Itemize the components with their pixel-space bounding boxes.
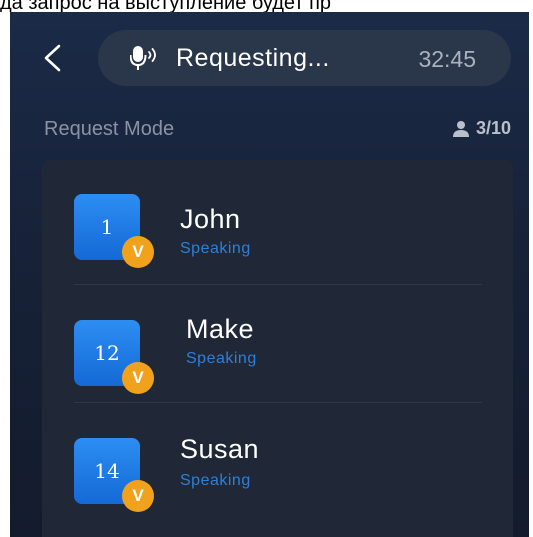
person-icon	[452, 120, 469, 137]
participant-count-value: 3/10	[475, 118, 511, 138]
participant-list: 1 V John Speaking 12 V Make Speaking 14 …	[42, 160, 513, 537]
microphone-sound-icon	[130, 46, 156, 70]
v-badge-icon: V	[122, 236, 154, 268]
top-caption: да запрос на выступление будет пр	[0, 0, 332, 12]
participant-status: Speaking	[180, 240, 251, 257]
participant-name: Susan	[180, 434, 260, 464]
request-mode-label: Request Mode	[44, 118, 175, 140]
participant-number: 12	[94, 341, 120, 365]
chevron-left-icon	[44, 44, 61, 72]
participant-item[interactable]: 12 V Make Speaking	[42, 278, 513, 396]
participant-number: 14	[94, 459, 120, 483]
participant-item[interactable]: 14 V Susan Speaking	[42, 400, 513, 518]
requesting-status: Requesting...	[176, 44, 330, 72]
participant-name: John	[180, 204, 241, 234]
participant-count: 3/10	[452, 118, 511, 139]
v-badge-icon: V	[122, 480, 154, 512]
v-badge-icon: V	[122, 362, 154, 394]
participant-number: 1	[100, 215, 114, 239]
back-button[interactable]	[40, 44, 68, 72]
request-screen: Requesting... 32:45 Request Mode 3/10 1 …	[10, 12, 529, 537]
participant-status: Speaking	[180, 472, 251, 489]
participant-item[interactable]: 1 V John Speaking	[42, 160, 513, 278]
participant-name: Make	[186, 314, 255, 344]
participant-status: Speaking	[186, 350, 257, 367]
request-timer: 32:45	[418, 46, 476, 72]
request-status-pill: Requesting... 32:45	[98, 30, 511, 86]
